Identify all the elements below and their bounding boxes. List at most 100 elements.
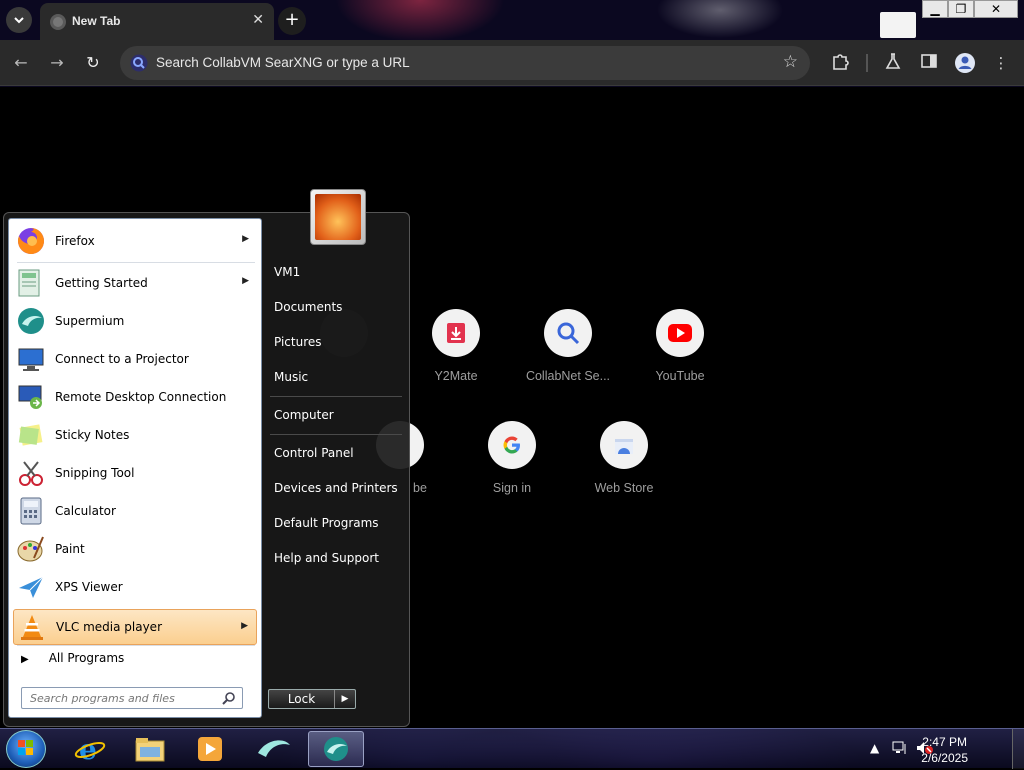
labs-flask-icon[interactable] — [882, 52, 904, 74]
tab-title: New Tab — [72, 14, 121, 28]
link-documents[interactable]: Documents — [274, 300, 342, 314]
internet-explorer-icon: e — [74, 733, 106, 765]
link-pictures[interactable]: Pictures — [274, 335, 322, 349]
side-panel-icon[interactable] — [918, 52, 940, 74]
browser-toolbar: ← → ↻ Search CollabVM SearXNG or type a … — [0, 40, 1024, 86]
taskbar-internet-explorer[interactable]: e — [62, 731, 118, 767]
taskbar-supermium-window[interactable] — [246, 731, 302, 767]
link-music[interactable]: Music — [274, 370, 308, 384]
program-paint[interactable]: Paint — [13, 531, 257, 567]
program-firefox[interactable]: Firefox ▶ — [13, 223, 257, 259]
xps-viewer-icon — [15, 571, 47, 603]
program-connect-to-projector[interactable]: Connect to a Projector — [13, 341, 257, 377]
supermium-icon — [324, 737, 348, 761]
link-default-programs[interactable]: Default Programs — [274, 516, 379, 530]
close-tab-icon[interactable]: ✕ — [252, 12, 264, 28]
shortcut-label: Sign in — [492, 481, 532, 495]
show-hidden-icons-arrow-icon[interactable]: ▲ — [870, 741, 879, 755]
shortcut-tile[interactable]: Sign in — [456, 421, 568, 495]
toolbar-divider — [866, 54, 868, 72]
start-menu-programs-pane: Firefox ▶ Getting Started ▶ Supermium Co… — [8, 218, 262, 718]
program-vlc-media-player[interactable]: VLC media player ▶ — [13, 609, 257, 645]
paint-icon — [15, 533, 47, 565]
window-frame-highlight — [880, 12, 916, 38]
shortcut-tile[interactable]: Y2Mate — [400, 309, 512, 383]
reload-button[interactable]: ↻ — [82, 52, 104, 74]
back-button[interactable]: ← — [10, 52, 32, 74]
network-icon[interactable] — [892, 741, 908, 758]
extensions-icon[interactable] — [829, 52, 851, 74]
link-devices-and-printers[interactable]: Devices and Printers — [274, 481, 398, 495]
vlc-icon — [16, 611, 48, 643]
taskbar-windows-explorer[interactable] — [122, 731, 178, 767]
media-player-icon — [198, 737, 222, 761]
program-label: Remote Desktop Connection — [55, 390, 227, 404]
shortcut-label: Y2Mate — [434, 369, 478, 383]
tab-search-button[interactable] — [6, 7, 32, 33]
shortcut-label: YouTube — [655, 369, 705, 383]
program-label: Paint — [55, 542, 85, 556]
link-control-panel[interactable]: Control Panel — [274, 446, 354, 460]
new-tab-favicon-icon — [50, 14, 66, 30]
all-programs-button[interactable]: ▶ All Programs — [17, 651, 124, 665]
divider — [270, 434, 402, 435]
sticky-notes-icon — [15, 419, 47, 451]
close-window-button[interactable]: ✕ — [974, 0, 1018, 18]
getting-started-icon — [15, 267, 47, 299]
firefox-icon — [15, 225, 47, 257]
supermium-icon — [258, 740, 290, 757]
program-label: Firefox — [55, 234, 95, 248]
shortcut-label: CollabNet Se... — [525, 369, 611, 383]
start-button[interactable] — [6, 730, 46, 768]
start-search-input[interactable]: Search programs and files — [21, 687, 243, 709]
snipping-tool-icon — [15, 457, 47, 489]
taskbar-media-player[interactable] — [182, 731, 238, 767]
google-icon — [488, 421, 536, 469]
program-calculator[interactable]: Calculator — [13, 493, 257, 529]
divider — [17, 262, 255, 263]
lock-button[interactable]: Lock ▶ — [268, 689, 356, 709]
bookmark-star-icon[interactable]: ☆ — [783, 52, 798, 72]
flower-avatar-icon — [315, 194, 361, 240]
minimize-button[interactable]: ▁ — [922, 0, 948, 18]
menu-kebab-icon[interactable]: ⋮ — [990, 52, 1012, 74]
address-bar[interactable]: Search CollabVM SearXNG or type a URL ☆ — [120, 46, 810, 80]
shortcut-tile[interactable]: CollabNet Se... — [512, 309, 624, 383]
new-tab-button[interactable]: + — [278, 7, 306, 35]
shortcut-tile[interactable]: YouTube — [624, 309, 736, 383]
calculator-icon — [15, 495, 47, 527]
tab-new-tab[interactable]: New Tab ✕ — [40, 3, 274, 40]
submenu-arrow-icon: ▶ — [242, 234, 249, 244]
lock-button-label: Lock — [269, 690, 335, 708]
program-remote-desktop-connection[interactable]: Remote Desktop Connection — [13, 379, 257, 415]
youtube-icon — [656, 309, 704, 357]
link-help-and-support[interactable]: Help and Support — [274, 551, 379, 565]
window-controls: ▁ ❐ ✕ — [922, 0, 1018, 18]
divider — [17, 645, 255, 646]
forward-button[interactable]: → — [46, 52, 68, 74]
search-placeholder: Search programs and files — [30, 692, 175, 705]
clock-date: 2/6/2025 — [921, 751, 968, 765]
supermium-icon — [15, 305, 47, 337]
program-supermium[interactable]: Supermium — [13, 303, 257, 339]
windows-explorer-icon — [135, 738, 165, 762]
program-snipping-tool[interactable]: Snipping Tool — [13, 455, 257, 491]
program-getting-started[interactable]: Getting Started ▶ — [13, 265, 257, 301]
profile-avatar-icon[interactable] — [954, 52, 976, 74]
link-computer[interactable]: Computer — [274, 408, 334, 422]
shortcut-label: Web Store — [594, 481, 654, 495]
restore-button[interactable]: ❐ — [948, 0, 974, 18]
all-programs-label: All Programs — [48, 651, 125, 665]
shutdown-options-arrow-icon[interactable]: ▶ — [335, 690, 355, 708]
taskbar-supermium-active[interactable] — [308, 731, 364, 767]
program-sticky-notes[interactable]: Sticky Notes — [13, 417, 257, 453]
show-desktop-button[interactable] — [1012, 729, 1024, 769]
search-icon — [130, 54, 148, 72]
program-xps-viewer[interactable]: XPS Viewer — [13, 569, 257, 605]
program-label: Getting Started — [55, 276, 148, 290]
system-clock[interactable]: 2:47 PM 2/6/2025 — [921, 734, 968, 766]
shortcut-tile[interactable]: Web Store — [568, 421, 680, 495]
user-picture[interactable] — [310, 189, 366, 245]
program-label: XPS Viewer — [55, 580, 123, 594]
link-user-folder[interactable]: VM1 — [274, 265, 300, 279]
